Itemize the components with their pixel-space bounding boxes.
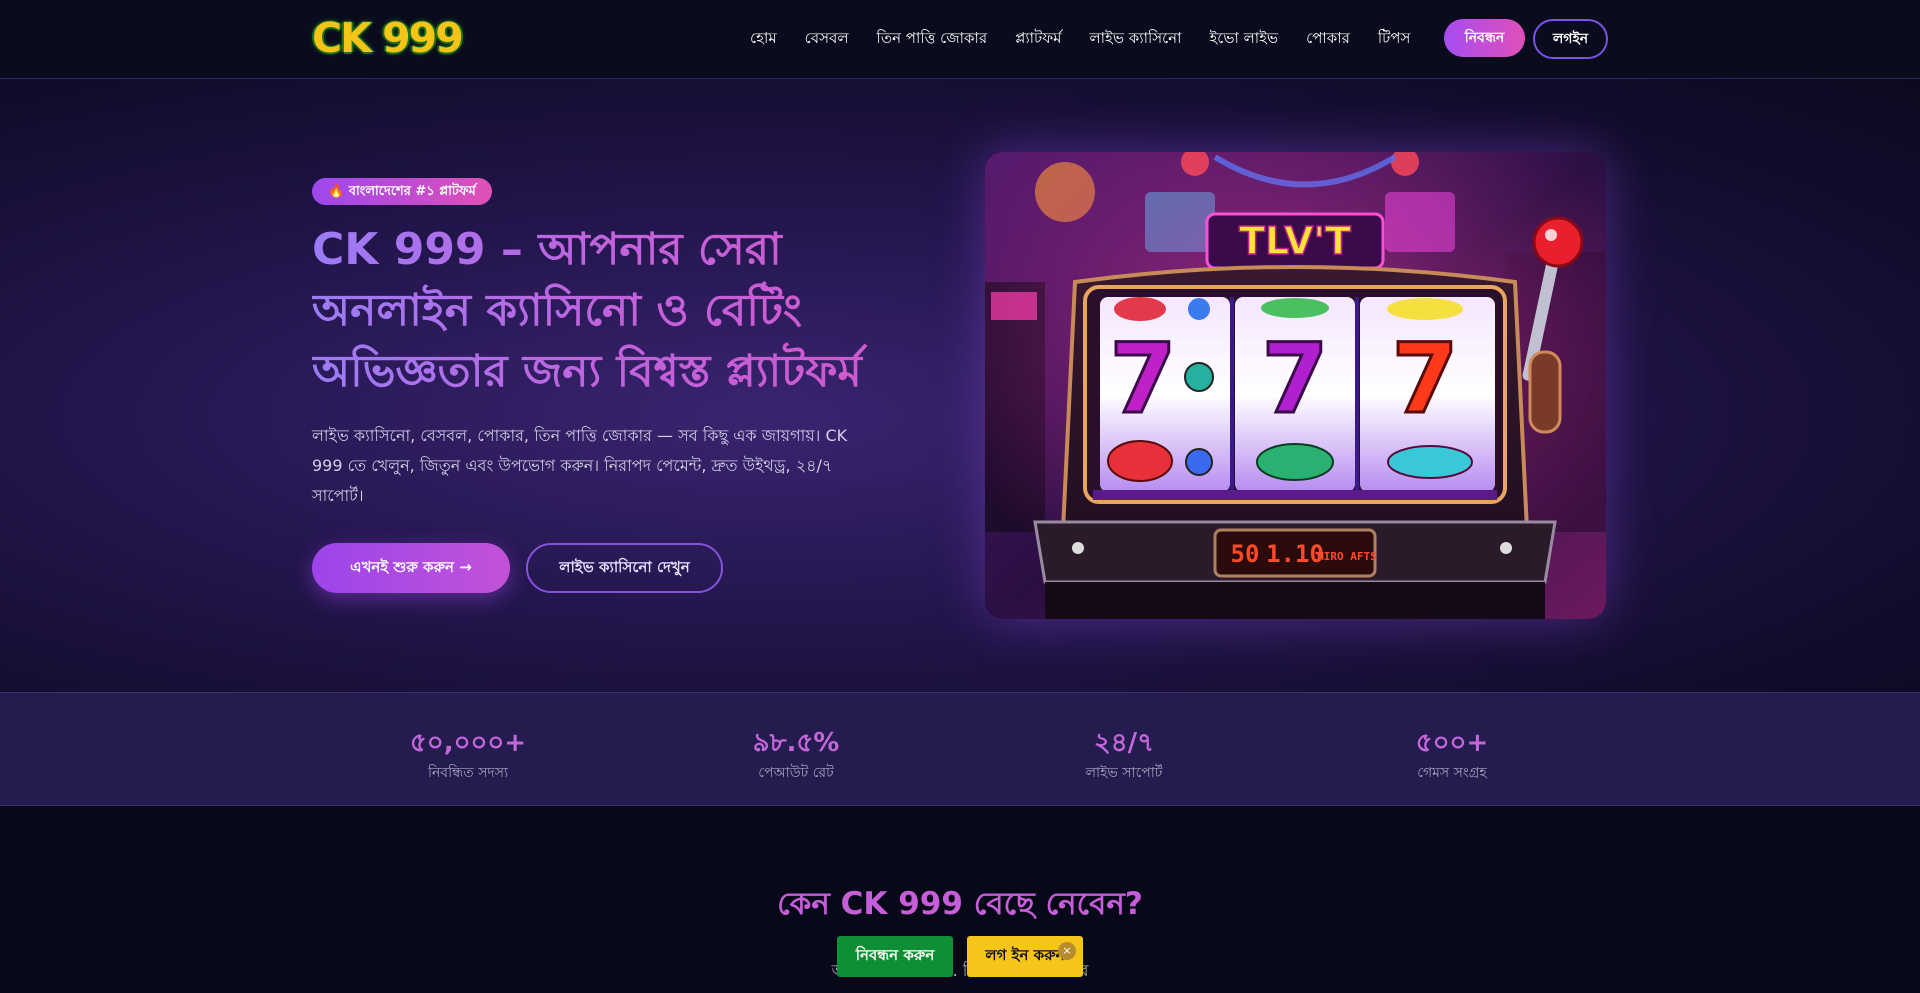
nav-item-poker[interactable]: পোকার	[1306, 27, 1350, 52]
reel-symbol-seven: 7	[1262, 323, 1329, 435]
site-header: CK 999 হোম বেসবল তিন পাত্তি জোকার প্ল্যা…	[0, 0, 1920, 79]
stat-value: ৫০,০০০+	[409, 728, 527, 758]
reel-symbol-seven: 7	[1110, 323, 1177, 435]
nav-item-platform[interactable]: প্ল্যাটফর্ম	[1015, 27, 1061, 52]
start-now-button[interactable]: এখনই শুরু করুন →	[312, 543, 510, 593]
stat-value: ৫০০+	[1415, 728, 1489, 758]
why-section-title: কেন CK 999 বেছে নেবেন?	[777, 886, 1143, 922]
hero-description: লাইভ ক্যাসিনো, বেসবল, পোকার, তিন পাত্তি …	[312, 426, 848, 505]
stat-value: ৯৮.৫%	[752, 728, 840, 758]
nav-item-baseball[interactable]: বেসবল	[805, 27, 849, 52]
nav-item-home[interactable]: হোম	[750, 27, 777, 52]
view-live-casino-button[interactable]: লাইভ ক্যাসিনো দেখুন	[526, 543, 723, 593]
hero-section: 🔥 বাংলাদেশের #১ প্লাটফর্ম CK 999 – আপনার…	[0, 79, 1920, 692]
platform-badge: 🔥 বাংলাদেশের #১ প্লাটফর্ম	[312, 178, 492, 205]
machine-display-bet: 1.10	[1266, 540, 1324, 568]
header-register-button[interactable]: নিবন্ধন	[1444, 19, 1525, 57]
site-logo[interactable]: CK 999	[312, 15, 464, 61]
main-nav: হোম বেসবল তিন পাত্তি জোকার প্ল্যাটফর্ম ল…	[750, 0, 1438, 79]
stat-value: ২৪/৭	[1093, 728, 1155, 758]
machine-display-credit: 50	[1231, 540, 1260, 568]
nav-item-teen-patti-joker[interactable]: তিন পাত্তি জোকার	[877, 27, 988, 52]
close-icon[interactable]: ×	[1058, 942, 1076, 960]
machine-display-label: MIRO AFTS	[1317, 550, 1377, 563]
floating-register-button[interactable]: নিবন্ধন করুন	[837, 936, 953, 977]
nav-item-live-casino[interactable]: লাইভ ক্যাসিনো	[1089, 27, 1181, 52]
machine-sign-text: TLV'T	[1239, 219, 1351, 263]
reel-symbol-seven: 7	[1392, 323, 1459, 435]
stat-label: লাইভ সাপোর্ট	[1085, 765, 1163, 781]
slot-machine-image: TLV'T 7 7 7 50 1.10 MIRO AFTS	[985, 152, 1606, 619]
header-login-button[interactable]: লগইন	[1533, 19, 1608, 59]
stat-label: নিবন্ধিত সদস্য	[427, 765, 509, 781]
hero-title: CK 999 – আপনার সেরা অনলাইন ক্যাসিনো ও বে…	[312, 219, 952, 402]
nav-item-evo-live[interactable]: ইভো লাইভ	[1209, 27, 1278, 52]
stats-bar: ৫০,০০০+ নিবন্ধিত সদস্য ৯৮.৫% পেআউট রেট ২…	[0, 692, 1920, 806]
stat-label: গেমস সংগ্রহ	[1417, 765, 1487, 781]
why-section-subtitle: আমাদের প্লাটফর্ম ... নিরাপত্তা প্রদান কর…	[831, 961, 1089, 980]
nav-item-tips[interactable]: টিপস	[1378, 27, 1411, 52]
stat-label: পেআউট রেট	[758, 765, 834, 781]
